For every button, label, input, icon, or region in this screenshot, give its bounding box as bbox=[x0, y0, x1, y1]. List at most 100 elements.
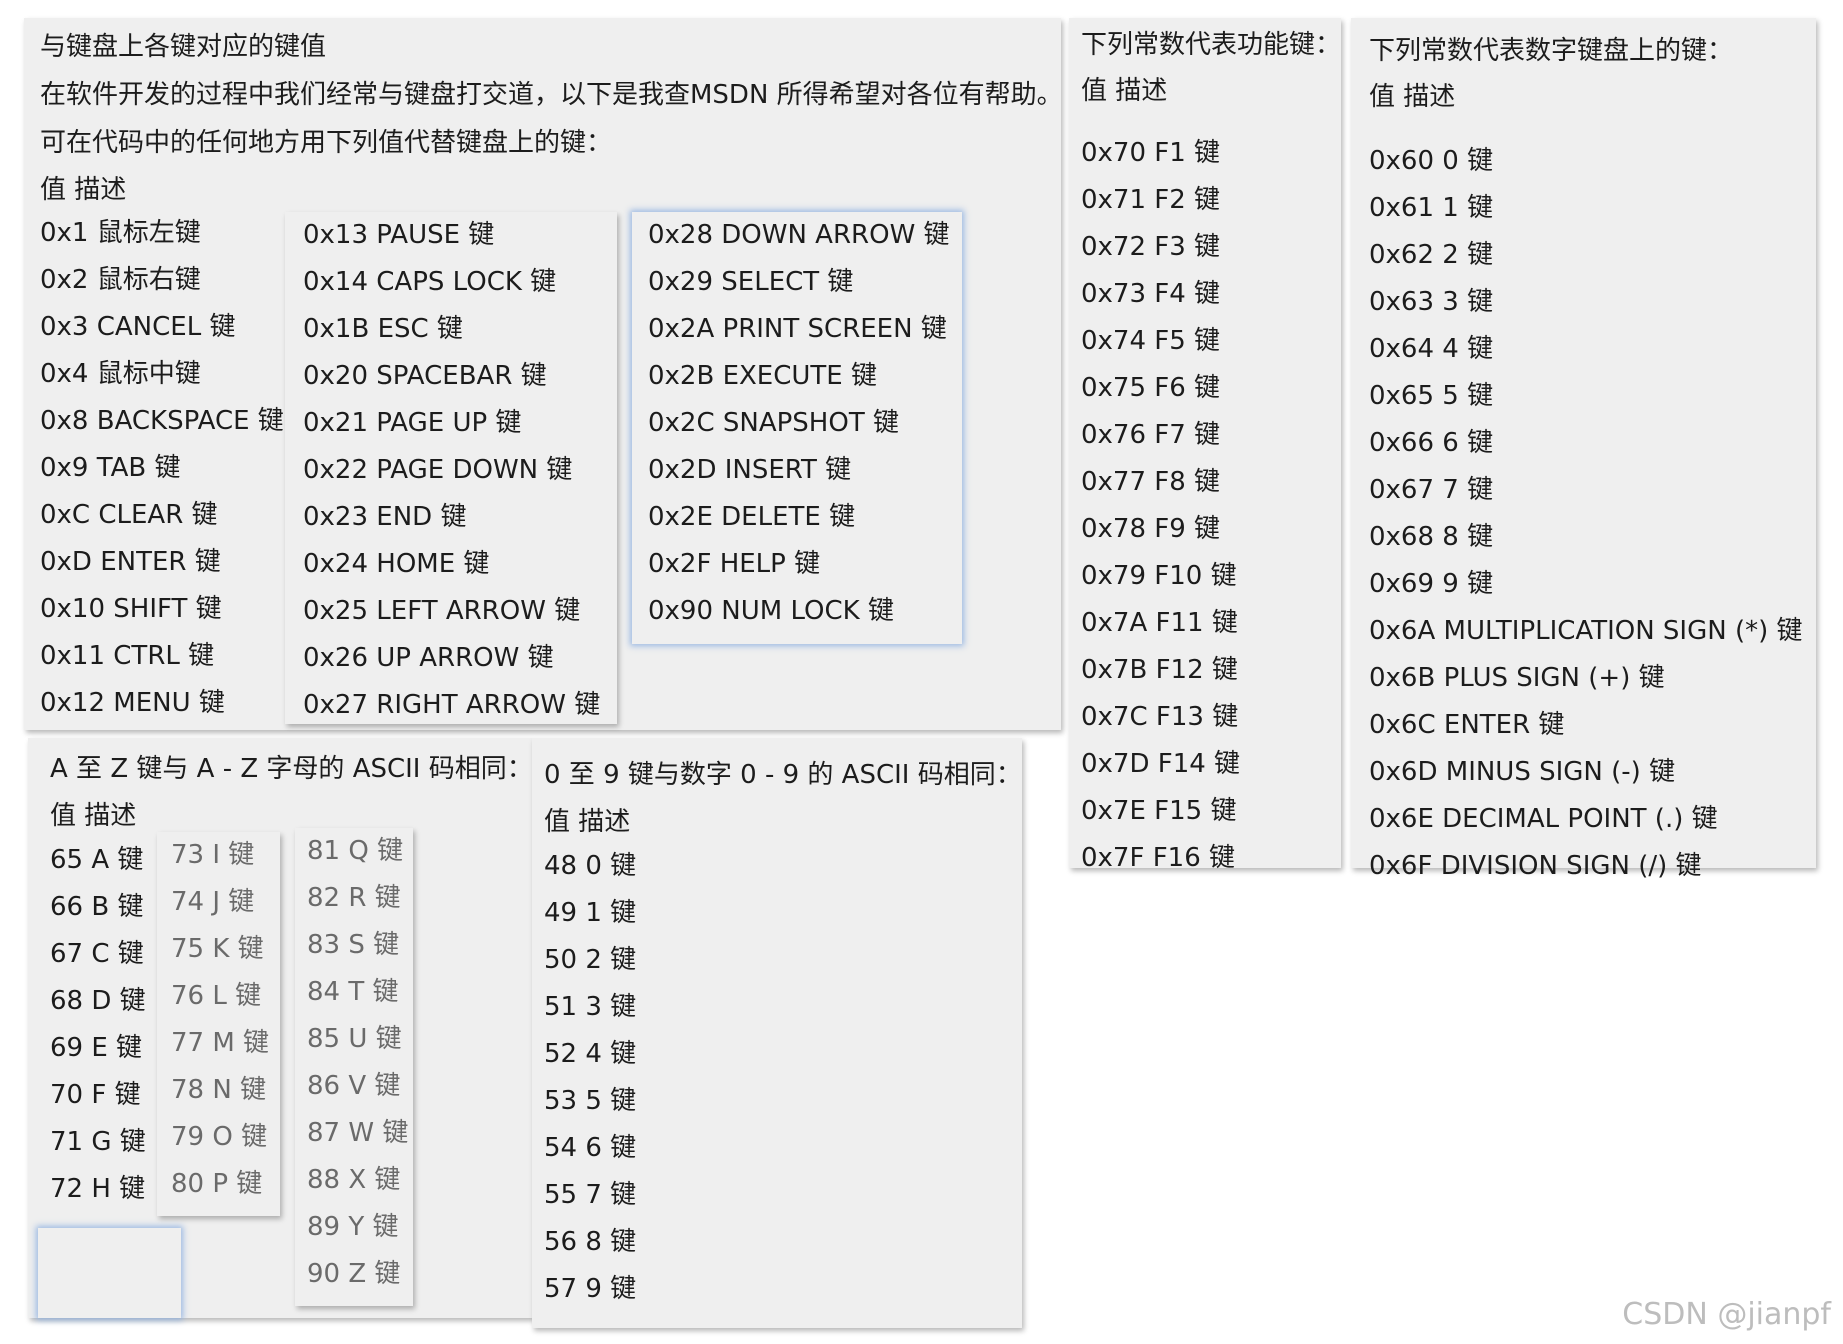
list-item: 0x2D INSERT 键 bbox=[648, 455, 852, 485]
list-item: 48 0 键 bbox=[544, 851, 637, 881]
list-item: 0x2E DELETE 键 bbox=[648, 502, 856, 532]
letter-keys-col2-list: 73 I 键 74 J 键 75 K 键 76 L 键 77 M 键 78 N … bbox=[171, 832, 269, 1208]
list-item: 0x7D F14 键 bbox=[1081, 749, 1241, 779]
main-col2-card: 0x13 PAUSE 键 0x14 CAPS LOCK 键 0x1B ESC 键… bbox=[285, 212, 617, 724]
list-item: 88 X 键 bbox=[307, 1165, 401, 1195]
list-item: 51 3 键 bbox=[544, 992, 637, 1022]
list-item: 0x7F F16 键 bbox=[1081, 843, 1235, 873]
list-item: 0x69 9 键 bbox=[1369, 569, 1494, 599]
digit-keys-panel: 0 至 9 键与数字 0 - 9 的 ASCII 码相同： 值 描述 48 0 … bbox=[532, 738, 1022, 1328]
digit-keys-header: 值 描述 bbox=[544, 807, 631, 837]
list-item: 0x2C SNAPSHOT 键 bbox=[648, 408, 899, 438]
function-keys-list: 0x70 F1 键 0x71 F2 键 0x72 F3 键 0x73 F4 键 … bbox=[1081, 130, 1240, 882]
list-item: 0x77 F8 键 bbox=[1081, 467, 1221, 497]
list-item: 0x1B ESC 键 bbox=[303, 314, 463, 344]
list-item: 0x61 1 键 bbox=[1369, 193, 1494, 223]
list-item: 0x8 BACKSPACE 键 bbox=[40, 406, 284, 436]
list-item: 0x3 CANCEL 键 bbox=[40, 312, 236, 342]
list-item: 79 O 键 bbox=[171, 1122, 268, 1152]
letter-keys-col3-card: 81 Q 键 82 R 键 83 S 键 84 T 键 85 U 键 86 V … bbox=[295, 828, 413, 1306]
list-item: 66 B 键 bbox=[50, 892, 144, 922]
list-item: 74 J 键 bbox=[171, 887, 255, 917]
list-item: 0x2 鼠标右键 bbox=[40, 265, 201, 295]
list-item: 80 P 键 bbox=[171, 1169, 263, 1199]
list-item: 56 8 键 bbox=[544, 1227, 637, 1257]
main-col3-card: 0x28 DOWN ARROW 键 0x29 SELECT 键 0x2A PRI… bbox=[632, 212, 962, 644]
list-item: 0x22 PAGE DOWN 键 bbox=[303, 455, 573, 485]
list-item: 89 Y 键 bbox=[307, 1212, 399, 1242]
list-item: 57 9 键 bbox=[544, 1274, 637, 1304]
list-item: 0x74 F5 键 bbox=[1081, 326, 1221, 356]
list-item: 0x72 F3 键 bbox=[1081, 232, 1221, 262]
list-item: 0x90 NUM LOCK 键 bbox=[648, 596, 894, 626]
list-item: 0x4 鼠标中键 bbox=[40, 359, 201, 389]
main-col3-list: 0x28 DOWN ARROW 键 0x29 SELECT 键 0x2A PRI… bbox=[648, 212, 950, 635]
list-item: 0x6F DIVISION SIGN (/) 键 bbox=[1369, 851, 1702, 881]
list-item: 0x11 CTRL 键 bbox=[40, 641, 215, 671]
list-item: 69 E 键 bbox=[50, 1033, 143, 1063]
list-item: 0xC CLEAR 键 bbox=[40, 500, 218, 530]
list-item: 0x64 4 键 bbox=[1369, 334, 1494, 364]
list-item: 0x7B F12 键 bbox=[1081, 655, 1238, 685]
list-item: 73 I 键 bbox=[171, 840, 255, 870]
main-column-header: 值 描述 bbox=[40, 175, 127, 205]
list-item: 0x6B PLUS SIGN (+) 键 bbox=[1369, 663, 1665, 693]
list-item: 0xD ENTER 键 bbox=[40, 547, 221, 577]
list-item: 54 6 键 bbox=[544, 1133, 637, 1163]
empty-highlight-box bbox=[38, 1228, 181, 1318]
list-item: 0x2B EXECUTE 键 bbox=[648, 361, 877, 391]
function-keys-panel: 下列常数代表功能键： 值 描述 0x70 F1 键 0x71 F2 键 0x72… bbox=[1069, 18, 1342, 873]
list-item: 82 R 键 bbox=[307, 883, 401, 913]
letter-keys-col1-list: 65 A 键 66 B 键 67 C 键 68 D 键 69 E 键 70 F … bbox=[50, 837, 146, 1213]
list-item: 83 S 键 bbox=[307, 930, 400, 960]
list-item: 0x1 鼠标左键 bbox=[40, 218, 201, 248]
list-item: 50 2 键 bbox=[544, 945, 637, 975]
list-item: 0x20 SPACEBAR 键 bbox=[303, 361, 547, 391]
list-item: 71 G 键 bbox=[50, 1127, 146, 1157]
list-item: 0x24 HOME 键 bbox=[303, 549, 490, 579]
letter-keys-col3-list: 81 Q 键 82 R 键 83 S 键 84 T 键 85 U 键 86 V … bbox=[307, 828, 408, 1298]
list-item: 0x21 PAGE UP 键 bbox=[303, 408, 522, 438]
list-item: 86 V 键 bbox=[307, 1071, 401, 1101]
list-item: 0x70 F1 键 bbox=[1081, 138, 1221, 168]
list-item: 0x6C ENTER 键 bbox=[1369, 710, 1565, 740]
list-item: 0x6A MULTIPLICATION SIGN (*) 键 bbox=[1369, 616, 1803, 646]
list-item: 0x23 END 键 bbox=[303, 502, 467, 532]
function-keys-title: 下列常数代表功能键： bbox=[1081, 30, 1342, 60]
list-item: 70 F 键 bbox=[50, 1080, 141, 1110]
list-item: 72 H 键 bbox=[50, 1174, 146, 1204]
list-item: 49 1 键 bbox=[544, 898, 637, 928]
list-item: 0x63 3 键 bbox=[1369, 287, 1494, 317]
list-item: 0x27 RIGHT ARROW 键 bbox=[303, 690, 601, 720]
list-item: 67 C 键 bbox=[50, 939, 144, 969]
list-item: 0x68 8 键 bbox=[1369, 522, 1494, 552]
main-col2-list: 0x13 PAUSE 键 0x14 CAPS LOCK 键 0x1B ESC 键… bbox=[303, 212, 600, 729]
list-item: 0x62 2 键 bbox=[1369, 240, 1494, 270]
numpad-keys-list: 0x60 0 键 0x61 1 键 0x62 2 键 0x63 3 键 0x64… bbox=[1369, 138, 1803, 890]
list-item: 0x2A PRINT SCREEN 键 bbox=[648, 314, 947, 344]
numpad-keys-title: 下列常数代表数字键盘上的键： bbox=[1369, 36, 1734, 66]
list-item: 0x7A F11 键 bbox=[1081, 608, 1238, 638]
list-item: 76 L 键 bbox=[171, 981, 262, 1011]
list-item: 53 5 键 bbox=[544, 1086, 637, 1116]
list-item: 0x10 SHIFT 键 bbox=[40, 594, 222, 624]
list-item: 0x7E F15 键 bbox=[1081, 796, 1237, 826]
list-item: 84 T 键 bbox=[307, 977, 399, 1007]
list-item: 0x6D MINUS SIGN (-) 键 bbox=[1369, 757, 1676, 787]
list-item: 0x13 PAUSE 键 bbox=[303, 220, 495, 250]
list-item: 85 U 键 bbox=[307, 1024, 402, 1054]
list-item: 65 A 键 bbox=[50, 845, 144, 875]
letter-keys-header: 值 描述 bbox=[50, 801, 137, 831]
list-item: 0x2F HELP 键 bbox=[648, 549, 821, 579]
list-item: 55 7 键 bbox=[544, 1180, 637, 1210]
list-item: 90 Z 键 bbox=[307, 1259, 401, 1289]
list-item: 77 M 键 bbox=[171, 1028, 270, 1058]
list-item: 0x73 F4 键 bbox=[1081, 279, 1221, 309]
list-item: 87 W 键 bbox=[307, 1118, 409, 1148]
watermark: CSDN @jianpf bbox=[1622, 1297, 1831, 1332]
list-item: 0x7C F13 键 bbox=[1081, 702, 1239, 732]
main-col1-list: 0x1 鼠标左键 0x2 鼠标右键 0x3 CANCEL 键 0x4 鼠标中键 … bbox=[40, 210, 284, 727]
list-item: 0x14 CAPS LOCK 键 bbox=[303, 267, 557, 297]
numpad-keys-header: 值 描述 bbox=[1369, 82, 1456, 112]
list-item: 0x60 0 键 bbox=[1369, 146, 1494, 176]
